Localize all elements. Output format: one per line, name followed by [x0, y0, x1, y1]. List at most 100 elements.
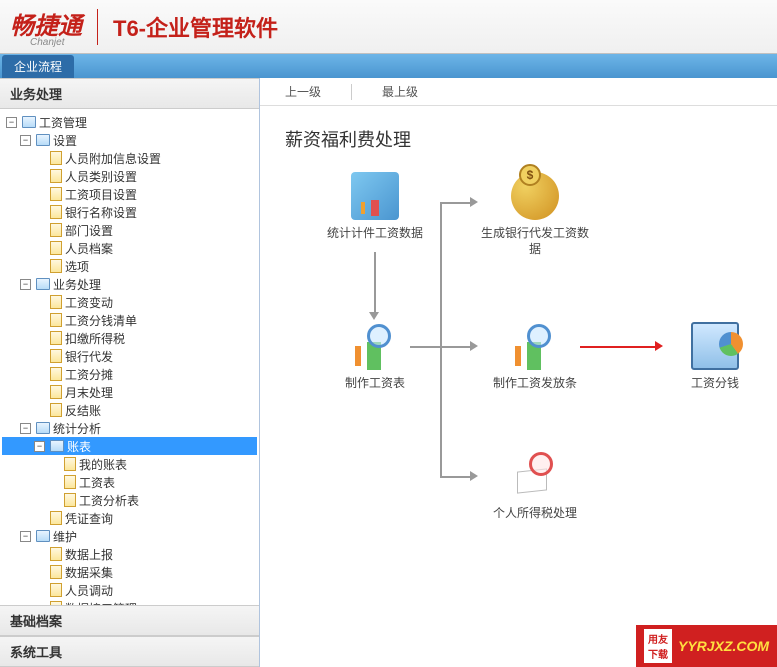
folder-open-icon — [36, 422, 50, 434]
tree-label: 账表 — [67, 438, 91, 455]
tree-item[interactable]: 工资变动 — [2, 293, 257, 311]
tree-label: 反结账 — [65, 402, 101, 419]
tree-item[interactable]: 工资分摊 — [2, 365, 257, 383]
tree-item[interactable]: 人员档案 — [2, 239, 257, 257]
chart-magnifier-icon — [511, 322, 559, 370]
tree-item[interactable]: − 账表 — [2, 437, 257, 455]
flow-node-payslip[interactable]: 制作工资发放条 — [480, 322, 590, 392]
file-icon — [50, 385, 62, 399]
tree-label: 选项 — [65, 258, 89, 275]
file-icon — [50, 223, 62, 237]
tree-item[interactable]: 工资项目设置 — [2, 185, 257, 203]
file-icon — [64, 457, 76, 471]
flow-node-tax[interactable]: 个人所得税处理 — [480, 452, 590, 522]
tree-label: 工资分析表 — [79, 492, 139, 509]
tree-item[interactable]: 银行代发 — [2, 347, 257, 365]
expand-toggle-icon[interactable]: − — [20, 279, 31, 290]
tree-item[interactable]: 数据上报 — [2, 545, 257, 563]
tab-enterprise-flow[interactable]: 企业流程 — [2, 55, 74, 78]
tree-item[interactable]: 工资分钱清单 — [2, 311, 257, 329]
tree-item[interactable]: 人员类别设置 — [2, 167, 257, 185]
tree-item[interactable]: 月末处理 — [2, 383, 257, 401]
tree-label: 设置 — [53, 132, 77, 149]
tree-item[interactable]: 选项 — [2, 257, 257, 275]
folder-open-icon — [36, 278, 50, 290]
expand-toggle-icon[interactable]: − — [34, 441, 45, 452]
tree-label: 人员档案 — [65, 240, 113, 257]
file-icon — [50, 331, 62, 345]
breadcrumb-up-one[interactable]: 上一级 — [275, 83, 331, 100]
file-icon — [50, 151, 62, 165]
tree-label: 银行名称设置 — [65, 204, 137, 221]
tree-label: 人员类别设置 — [65, 168, 137, 185]
tree-label: 人员调动 — [65, 582, 113, 599]
header-divider — [97, 9, 98, 45]
tree-item[interactable]: − 设置 — [2, 131, 257, 149]
expand-toggle-icon[interactable]: − — [20, 423, 31, 434]
sidebar: 业务处理 −工资管理−设置人员附加信息设置人员类别设置工资项目设置银行名称设置部… — [0, 78, 260, 667]
tree-item[interactable]: 工资分析表 — [2, 491, 257, 509]
sidebar-section-business[interactable]: 业务处理 — [0, 78, 259, 109]
tree-item[interactable]: 反结账 — [2, 401, 257, 419]
tree-label: 业务处理 — [53, 276, 101, 293]
tree-label: 数据采集 — [65, 564, 113, 581]
folder-open-icon — [36, 530, 50, 542]
chart-magnifier-icon — [351, 322, 399, 370]
tree-item[interactable]: 我的账表 — [2, 455, 257, 473]
watermark: 用友 下载 YYRJXZ.COM — [636, 625, 777, 667]
flow-node-bank-data[interactable]: 生成银行代发工资数据 — [480, 172, 590, 257]
file-icon — [50, 187, 62, 201]
tree-label: 工资分摊 — [65, 366, 113, 383]
tree-item[interactable]: 工资表 — [2, 473, 257, 491]
file-icon — [50, 511, 62, 525]
tree-item[interactable]: − 业务处理 — [2, 275, 257, 293]
folder-open-icon — [36, 134, 50, 146]
file-icon — [50, 313, 62, 327]
tree-label: 银行代发 — [65, 348, 113, 365]
flow-node-stat-data[interactable]: 统计计件工资数据 — [320, 172, 430, 242]
tree-label: 人员附加信息设置 — [65, 150, 161, 167]
tree-label: 月末处理 — [65, 384, 113, 401]
breadcrumb-separator — [351, 84, 352, 100]
breadcrumb-top[interactable]: 最上级 — [372, 83, 428, 100]
tree-item[interactable]: −工资管理 — [2, 113, 257, 131]
sidebar-section-basic[interactable]: 基础档案 — [0, 605, 259, 636]
watermark-url: YYRJXZ.COM — [678, 638, 769, 654]
sidebar-section-system[interactable]: 系统工具 — [0, 636, 259, 667]
tree-item[interactable]: 凭证查询 — [2, 509, 257, 527]
flow-node-make-sheet[interactable]: 制作工资表 — [320, 322, 430, 392]
tree-item[interactable]: − 维护 — [2, 527, 257, 545]
tree-item[interactable]: 人员附加信息设置 — [2, 149, 257, 167]
file-icon — [50, 205, 62, 219]
folder-open-icon — [22, 116, 36, 128]
file-icon — [50, 547, 62, 561]
file-icon — [64, 493, 76, 507]
expand-toggle-icon[interactable]: − — [20, 135, 31, 146]
app-header: 畅捷通 Chanjet T6-企业管理软件 — [0, 0, 777, 54]
expand-toggle-icon[interactable]: − — [6, 117, 17, 128]
tree-label: 凭证查询 — [65, 510, 113, 527]
file-icon — [50, 403, 62, 417]
tree-item[interactable]: 银行名称设置 — [2, 203, 257, 221]
tree-item[interactable]: 部门设置 — [2, 221, 257, 239]
expand-toggle-icon[interactable]: − — [20, 531, 31, 542]
tree-item[interactable]: 数据采集 — [2, 563, 257, 581]
flow-node-distribute[interactable]: 工资分钱 — [660, 322, 770, 392]
monitor-pie-icon — [691, 322, 739, 370]
tree-label: 工资项目设置 — [65, 186, 137, 203]
app-title: T6-企业管理软件 — [113, 11, 278, 43]
flow-diagram: 统计计件工资数据 生成银行代发工资数据 制作工资表 制作工资发放条 工资分钱 个… — [280, 162, 777, 602]
main-area: 业务处理 −工资管理−设置人员附加信息设置人员类别设置工资项目设置银行名称设置部… — [0, 78, 777, 667]
file-icon — [64, 475, 76, 489]
document-magnifier-icon — [511, 452, 559, 500]
file-icon — [50, 367, 62, 381]
logo-text: 畅捷通 — [10, 13, 82, 40]
watermark-logo: 用友 下载 — [644, 629, 672, 663]
content-area: 上一级 最上级 薪资福利费处理 统计计件工资数据 生成银行代发工资数据 制作工资… — [260, 78, 777, 667]
tree-label: 维护 — [53, 528, 77, 545]
tree-item[interactable]: −统计分析 — [2, 419, 257, 437]
breadcrumb: 上一级 最上级 — [260, 78, 777, 106]
file-icon — [50, 565, 62, 579]
tree-item[interactable]: 人员调动 — [2, 581, 257, 599]
tree-item[interactable]: 扣缴所得税 — [2, 329, 257, 347]
